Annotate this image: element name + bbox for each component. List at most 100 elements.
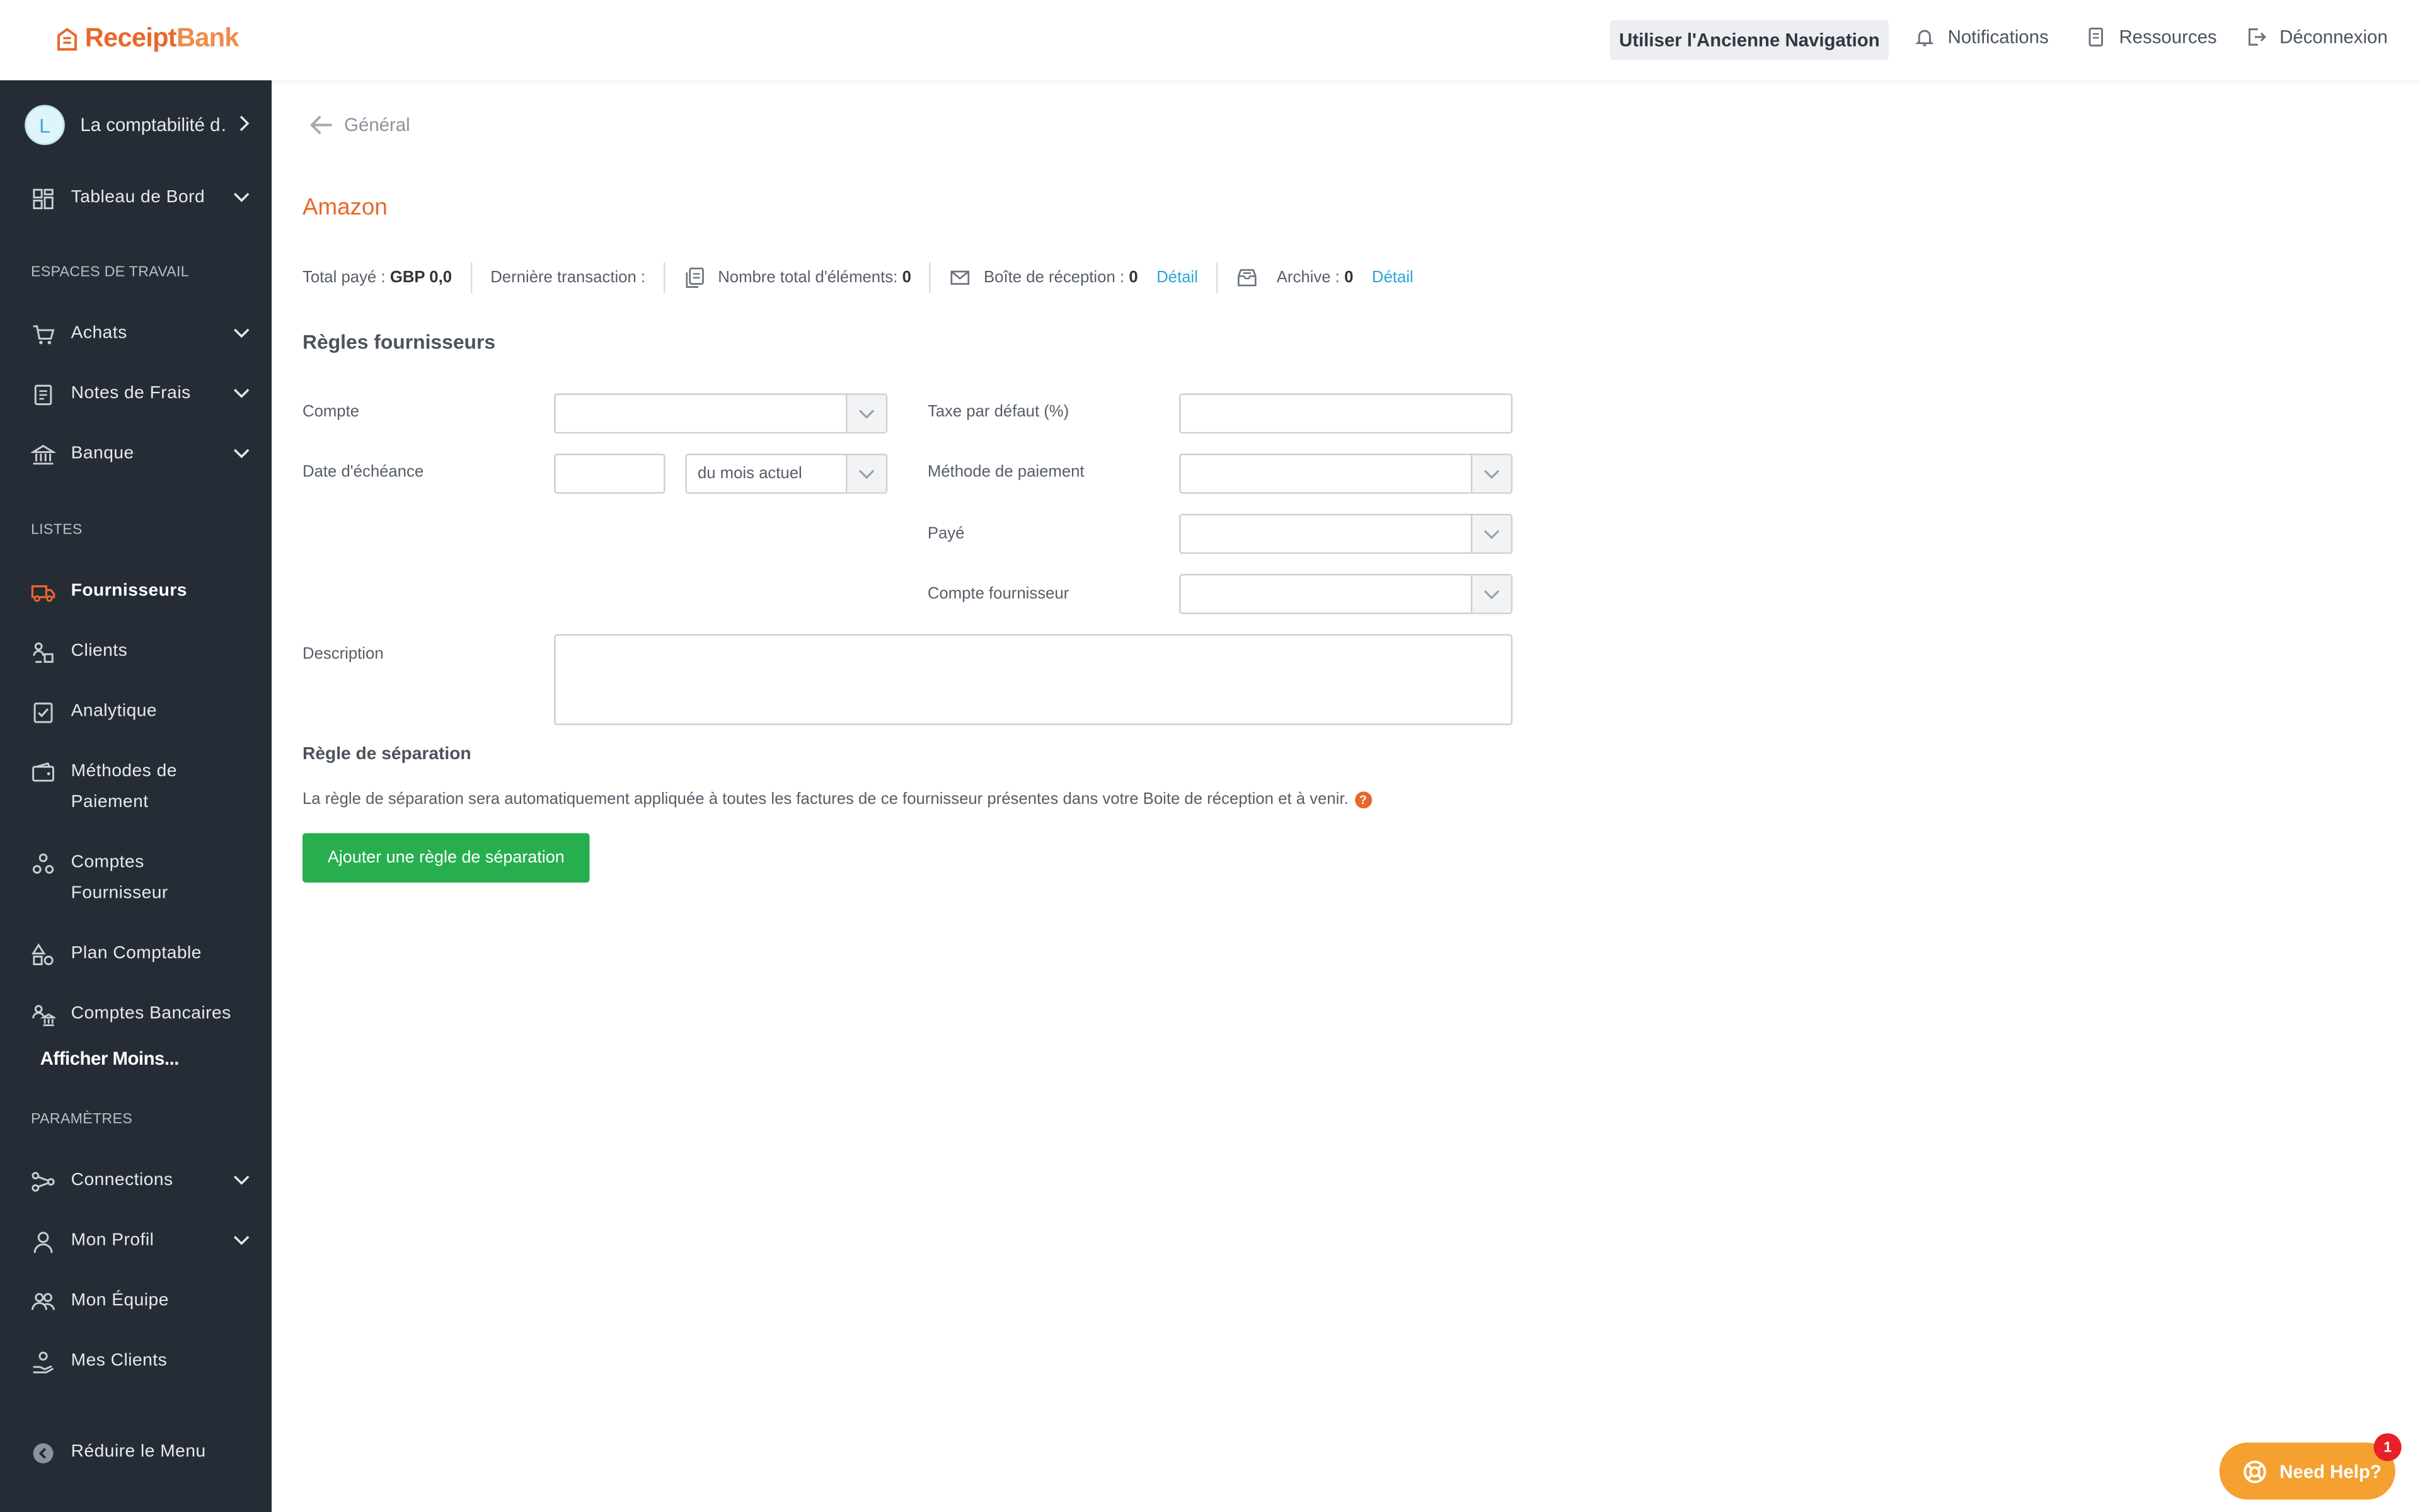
page-title: Amazon (302, 194, 388, 221)
sidebar-item-label: Réduire le Menu (71, 1442, 206, 1462)
collapse-menu-button[interactable]: Réduire le Menu (31, 1441, 256, 1468)
notification-badge: 1 (2373, 1433, 2402, 1462)
main-content: Général Amazon Total payé : GBP 0,0 Derni… (272, 80, 2420, 1512)
sidebar-item-my-profile[interactable]: Mon Profil (31, 1230, 256, 1257)
sidebar-item-clients[interactable]: Clients (31, 640, 256, 667)
total-items-value: 0 (902, 268, 911, 287)
cart-icon (33, 325, 55, 345)
split-rule-heading: Règle de séparation (302, 745, 471, 764)
arrow-left-icon (309, 115, 332, 135)
supplier-account-select[interactable] (1179, 574, 1513, 614)
logo-text: ReceiptBank (84, 23, 239, 53)
checklist-icon (33, 702, 53, 723)
chevron-down-icon (1484, 589, 1500, 599)
sidebar-item-my-clients[interactable]: Mes Clients (31, 1350, 256, 1377)
chevron-down-icon (234, 1176, 250, 1185)
logout-label: Déconnexion (2279, 26, 2388, 48)
dropdown-caret (1470, 455, 1511, 493)
sidebar-item-label: Notes de Frais (71, 384, 191, 403)
help-question-icon[interactable]: ? (1354, 791, 1372, 808)
collapse-left-icon (33, 1443, 54, 1463)
sidebar-item-label: Plan Comptable (71, 944, 202, 963)
default-tax-input[interactable] (1179, 393, 1513, 434)
last-transaction-label: Dernière transaction : (490, 268, 646, 287)
sidebar-item-expenses[interactable]: Notes de Frais (31, 382, 256, 410)
account-select[interactable] (554, 393, 888, 434)
payment-method-select[interactable] (1179, 454, 1513, 494)
chevron-down-icon (858, 409, 875, 418)
sidebar-item-label: Mon Profil (71, 1231, 154, 1250)
inbox-value: 0 (1129, 268, 1138, 287)
organization-name: La comptabilité d… (80, 114, 229, 136)
chevron-down-icon (234, 389, 250, 398)
old-navigation-button[interactable]: Utiliser l'Ancienne Navigation (1610, 20, 1889, 60)
total-paid-value: GBP 0,0 (389, 268, 452, 287)
sidebar-item-supplier-accounts[interactable]: Comptes Fournisseur (31, 852, 256, 909)
due-date-period-select[interactable]: du mois actuel (685, 454, 888, 494)
resources-label: Ressources (2119, 26, 2217, 48)
sidebar-item-label: Méthodes de Paiement (71, 762, 177, 811)
description-label: Description (302, 644, 384, 664)
total-items-stat: Nombre total d'éléments: 0 (684, 267, 911, 289)
archive-icon (1238, 269, 1257, 287)
inbox-detail-link[interactable]: Détail (1156, 268, 1198, 287)
organization-switcher[interactable]: L La comptabilité d… (25, 105, 256, 146)
sidebar-item-purchases[interactable]: Achats (31, 323, 256, 350)
section-lists: LISTES (30, 521, 83, 539)
logout-link[interactable]: Déconnexion (2245, 26, 2388, 48)
account-label: Compte (302, 403, 360, 421)
connections-icon (32, 1172, 55, 1192)
sidebar-item-bank[interactable]: Banque (30, 443, 256, 470)
total-paid-stat: Total payé : GBP 0,0 (302, 268, 452, 287)
mail-icon (951, 270, 971, 285)
logout-icon (2248, 28, 2266, 46)
dashboard-icon (33, 188, 54, 210)
receipt-bank-logo[interactable]: ReceiptBank (55, 23, 239, 54)
show-less-link[interactable]: Afficher Moins... (40, 1048, 180, 1069)
description-textarea[interactable] (554, 634, 1513, 726)
paid-label: Payé (927, 524, 965, 544)
due-date-input[interactable] (554, 454, 666, 494)
section-workspaces: ESPACES DE TRAVAIL (30, 263, 189, 281)
sidebar-item-label: Comptes Fournisseur (71, 853, 168, 902)
shapes-icon (31, 943, 54, 966)
chevron-down-icon (234, 449, 250, 459)
sidebar-item-my-team[interactable]: Mon Équipe (31, 1290, 256, 1317)
sidebar-item-payment-methods[interactable]: Méthodes de Paiement (31, 760, 256, 818)
total-paid-label: Total payé : (302, 268, 386, 287)
archive-detail-link[interactable]: Détail (1372, 268, 1414, 287)
supplier-account-label: Compte fournisseur (927, 585, 1069, 604)
split-rule-description: La règle de séparation sera automatiquem… (302, 789, 1372, 809)
supplier-stats: Total payé : GBP 0,0 Dernière transaction… (302, 262, 1414, 294)
split-rule-text: La règle de séparation sera automatiquem… (302, 789, 1349, 809)
receipt-icon (34, 384, 52, 406)
clients-icon (33, 642, 54, 663)
notifications-link[interactable]: Notifications (1914, 26, 2049, 48)
sidebar-item-bank-accounts[interactable]: Comptes Bancaires (31, 1003, 256, 1030)
chevron-down-icon (234, 193, 250, 202)
sidebar-item-dashboard[interactable]: Tableau de Bord (31, 186, 256, 214)
total-items-label: Nombre total d'éléments: (718, 268, 898, 287)
sidebar-item-connections[interactable]: Connections (31, 1169, 256, 1196)
lifebuoy-icon (2244, 1460, 2266, 1482)
top-bar: ReceiptBank Utiliser l'Ancienne Navigati… (0, 0, 2420, 81)
sidebar-item-analytics[interactable]: Analytique (31, 701, 256, 728)
book-icon (2089, 27, 2103, 47)
dropdown-caret (1470, 515, 1511, 553)
back-label: Général (344, 114, 410, 136)
add-split-rule-button[interactable]: Ajouter une règle de séparation (302, 833, 590, 883)
need-help-button[interactable]: Need Help? 1 (2219, 1433, 2402, 1500)
sidebar-item-label: Analytique (71, 702, 158, 721)
paid-select[interactable] (1179, 513, 1513, 554)
sidebar-item-chart-of-accounts[interactable]: Plan Comptable (31, 942, 256, 970)
section-settings: PARAMÈTRES (30, 1111, 133, 1128)
bank-account-icon (32, 1005, 56, 1026)
inbox-label: Boîte de réception : (984, 268, 1125, 287)
sidebar-item-suppliers[interactable]: Fournisseurs (31, 580, 256, 607)
resources-link[interactable]: Ressources (2085, 26, 2217, 48)
need-help-label: Need Help? (2279, 1460, 2382, 1482)
divider (930, 262, 931, 294)
sidebar-item-label: Mon Équipe (71, 1291, 169, 1310)
back-link[interactable]: Général (309, 114, 410, 136)
archive-value: 0 (1344, 268, 1354, 287)
